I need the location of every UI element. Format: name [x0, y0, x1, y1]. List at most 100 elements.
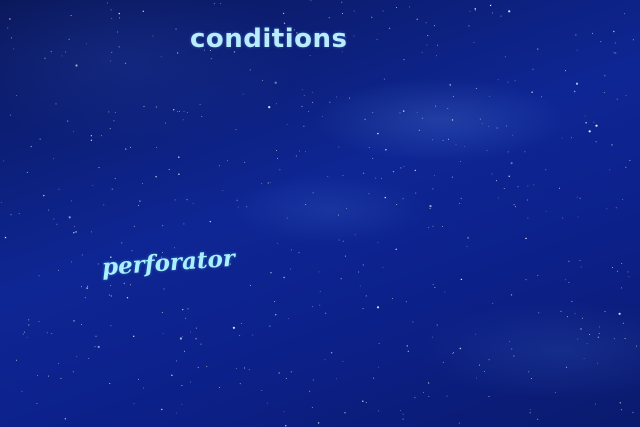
star [615, 207, 617, 209]
star [421, 117, 423, 119]
star [491, 12, 493, 14]
star [614, 42, 616, 44]
star [53, 218, 55, 220]
star [303, 125, 305, 127]
star [337, 214, 339, 216]
star [604, 75, 606, 77]
star [515, 206, 517, 208]
star [116, 31, 118, 33]
star [60, 377, 62, 379]
star [567, 316, 568, 318]
star [431, 139, 433, 141]
star [92, 184, 94, 186]
star [392, 298, 393, 300]
star [298, 252, 300, 254]
star [179, 337, 182, 340]
star [311, 306, 313, 307]
star [74, 225, 76, 227]
star [396, 204, 398, 205]
star [143, 387, 145, 389]
star [171, 374, 173, 376]
star [182, 336, 184, 338]
star [475, 87, 477, 89]
star [152, 35, 154, 37]
star [114, 111, 116, 113]
star [91, 231, 92, 233]
star [309, 390, 311, 392]
star [467, 237, 469, 239]
star [338, 239, 340, 241]
star [312, 91, 314, 93]
star [269, 325, 271, 327]
star [524, 151, 526, 153]
star [86, 287, 88, 289]
star [138, 205, 140, 207]
star [344, 412, 346, 414]
star [181, 385, 183, 386]
star [436, 324, 438, 326]
star [603, 92, 605, 94]
star [270, 272, 272, 274]
star [312, 379, 314, 381]
star [110, 285, 112, 286]
star [43, 194, 45, 197]
star [624, 338, 626, 339]
star [299, 150, 301, 152]
star [460, 161, 461, 162]
star [291, 249, 292, 251]
star [72, 371, 74, 373]
star [416, 111, 418, 113]
star [488, 395, 490, 397]
star [176, 360, 177, 362]
star [403, 58, 405, 61]
star [110, 325, 112, 327]
star [527, 199, 529, 201]
star [589, 333, 591, 335]
star [432, 284, 434, 286]
star [90, 139, 93, 141]
star [290, 268, 291, 270]
star [36, 403, 38, 405]
star [511, 348, 513, 350]
star [476, 377, 477, 379]
star [139, 200, 141, 202]
star [529, 412, 531, 414]
star [434, 25, 435, 27]
star [232, 326, 235, 329]
star [46, 332, 48, 334]
star [533, 184, 535, 186]
star [178, 173, 180, 175]
star [382, 266, 384, 268]
star [595, 124, 598, 127]
star [495, 180, 497, 182]
star [537, 274, 539, 276]
star [95, 335, 97, 337]
star [143, 106, 145, 108]
star [241, 322, 242, 324]
star [303, 95, 305, 97]
star [384, 196, 386, 199]
star [595, 141, 597, 143]
star [346, 207, 347, 209]
star [459, 202, 461, 204]
star [364, 118, 366, 121]
star [486, 150, 488, 151]
star [402, 198, 404, 200]
star [474, 8, 476, 10]
star [13, 48, 15, 50]
star [141, 182, 143, 184]
star [192, 203, 194, 204]
star [249, 284, 251, 286]
star [285, 425, 287, 427]
star [579, 259, 581, 261]
night-sky-image: conditions perforator [0, 0, 640, 427]
star [68, 216, 71, 219]
star [156, 146, 158, 148]
star [199, 104, 201, 106]
star [195, 327, 197, 329]
star [109, 383, 111, 384]
star [178, 110, 180, 112]
star [195, 338, 197, 340]
star [373, 377, 375, 379]
star [632, 39, 634, 41]
